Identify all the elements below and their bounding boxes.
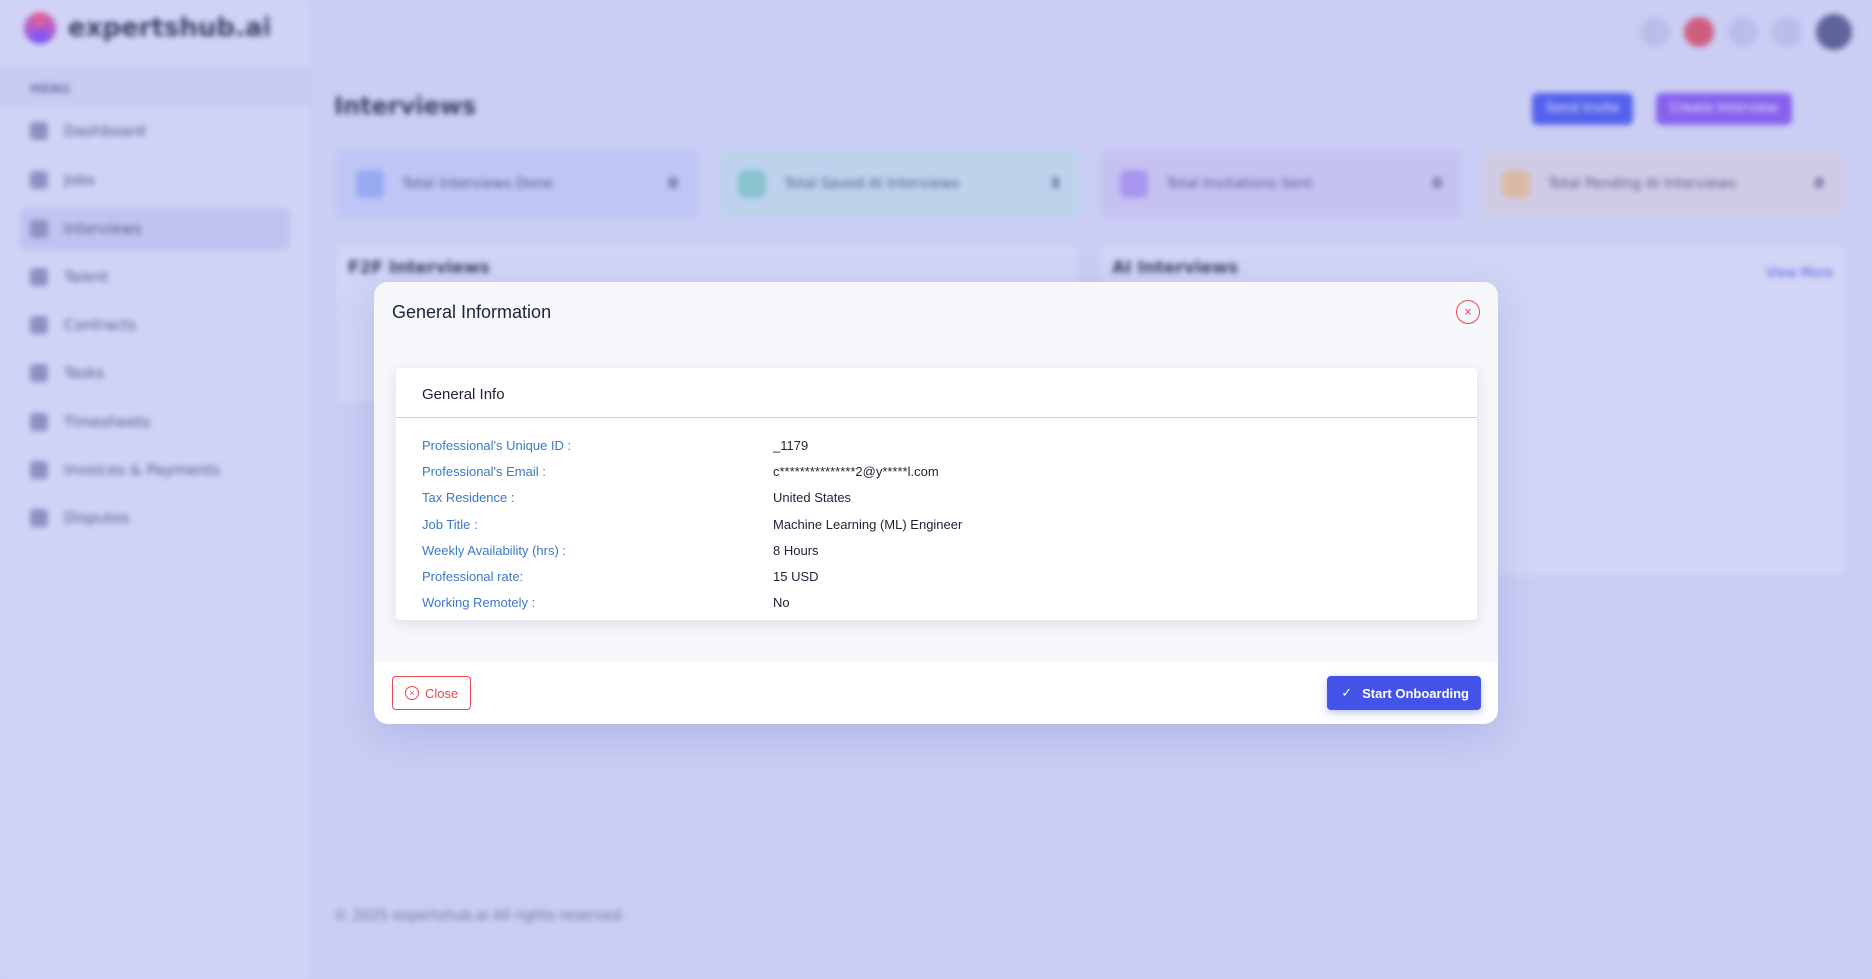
general-information-modal: General Information × General Info Profe… bbox=[374, 282, 1498, 724]
info-value: 8 Hours bbox=[773, 542, 819, 558]
modal-footer: × Close ✓ Start Onboarding bbox=[374, 662, 1498, 724]
info-list: Professional's Unique ID : _1179 Profess… bbox=[396, 418, 1477, 616]
info-value: United States bbox=[773, 490, 852, 506]
info-label: Working Remotely : bbox=[422, 595, 536, 611]
info-row-tax-residence: Tax Residence : United States bbox=[396, 485, 1477, 511]
modal-header: General Information × bbox=[374, 282, 1498, 342]
card-title: General Info bbox=[396, 368, 1477, 418]
close-button-label: Close bbox=[425, 685, 459, 701]
info-value: 15 USD bbox=[773, 569, 819, 585]
info-value: _1179 bbox=[773, 437, 809, 453]
close-circle-icon: × bbox=[405, 686, 419, 700]
info-row-working-remotely: Working Remotely : No bbox=[396, 590, 1477, 616]
start-onboarding-button[interactable]: ✓ Start Onboarding bbox=[1327, 676, 1481, 710]
info-value: Machine Learning (ML) Engineer bbox=[773, 516, 963, 532]
close-button[interactable]: × Close bbox=[392, 676, 472, 710]
info-label: Professional rate: bbox=[422, 569, 524, 585]
info-label: Job Title : bbox=[422, 516, 478, 532]
start-onboarding-label: Start Onboarding bbox=[1362, 685, 1469, 701]
modal-title: General Information bbox=[392, 301, 552, 322]
close-icon[interactable]: × bbox=[1456, 300, 1480, 324]
info-row-professional-rate: Professional rate: 15 USD bbox=[396, 563, 1477, 589]
modal-body: General Info Professional's Unique ID : … bbox=[374, 342, 1498, 662]
info-value: c***************2@y*****l.com bbox=[773, 463, 939, 479]
general-info-card: General Info Professional's Unique ID : … bbox=[396, 368, 1477, 620]
info-row-weekly-availability: Weekly Availability (hrs) : 8 Hours bbox=[396, 537, 1477, 563]
info-label: Professional's Unique ID : bbox=[422, 437, 572, 453]
info-row-job-title: Job Title : Machine Learning (ML) Engine… bbox=[396, 511, 1477, 537]
info-label: Professional's Email : bbox=[422, 463, 546, 479]
info-row-email: Professional's Email : c***************2… bbox=[396, 458, 1477, 484]
double-check-icon: ✓ bbox=[1341, 685, 1353, 700]
info-label: Weekly Availability (hrs) : bbox=[422, 542, 567, 558]
info-value: No bbox=[773, 595, 790, 611]
info-label: Tax Residence : bbox=[422, 490, 515, 506]
info-row-unique-id: Professional's Unique ID : _1179 bbox=[396, 432, 1477, 458]
